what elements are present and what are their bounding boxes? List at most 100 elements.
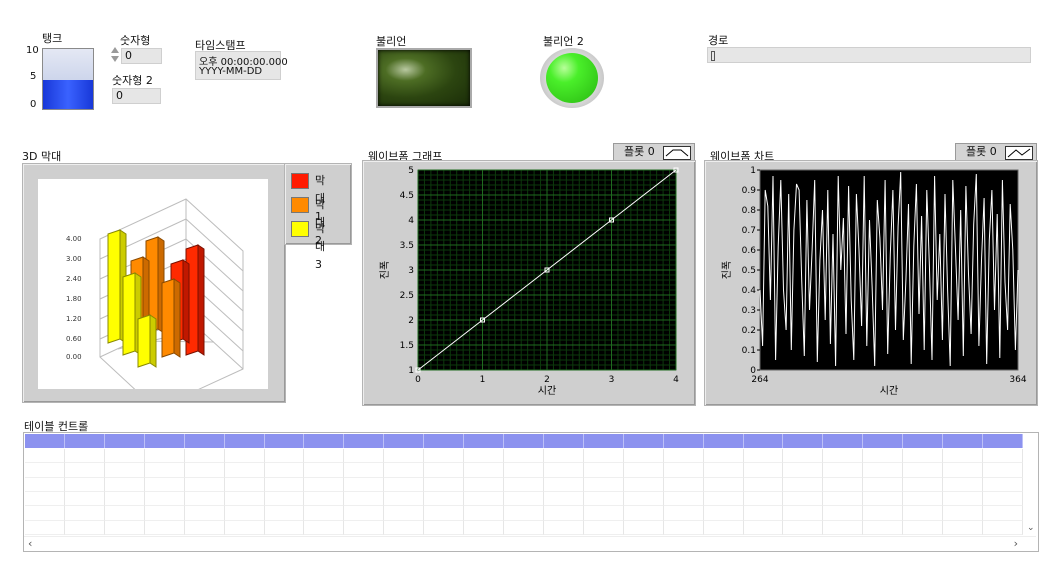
table-header-cell[interactable] [105, 434, 145, 448]
table-cell[interactable] [623, 463, 664, 478]
table-cell[interactable] [543, 492, 584, 507]
table-cell[interactable] [903, 477, 944, 492]
table-cell[interactable] [464, 463, 505, 478]
table-cell[interactable] [743, 520, 784, 535]
scroll-down-icon[interactable]: ⌄ [1027, 523, 1035, 533]
table-cell[interactable] [144, 520, 185, 535]
table-header-cell[interactable] [65, 434, 105, 448]
table-cell[interactable] [863, 492, 904, 507]
table-cell[interactable] [344, 477, 385, 492]
table-header-cell[interactable] [783, 434, 824, 448]
table-cell[interactable] [184, 520, 225, 535]
table-cell[interactable] [903, 506, 944, 521]
table-cell[interactable] [583, 477, 624, 492]
table-cell[interactable] [304, 463, 345, 478]
table-cell[interactable] [25, 449, 65, 464]
table-header-cell[interactable] [823, 434, 864, 448]
table-cell[interactable] [464, 520, 505, 535]
table-cell[interactable] [983, 449, 1023, 464]
table-cell[interactable] [144, 449, 185, 464]
table-cell[interactable] [224, 463, 265, 478]
table-cell[interactable] [623, 492, 664, 507]
table-cell[interactable] [25, 506, 65, 521]
table-header-cell[interactable] [185, 434, 225, 448]
table-cell[interactable] [943, 492, 984, 507]
table-cell[interactable] [583, 449, 624, 464]
table-cell[interactable] [64, 520, 105, 535]
table-cell[interactable] [264, 520, 305, 535]
table-header-cell[interactable] [744, 434, 784, 448]
table-cell[interactable] [583, 506, 624, 521]
table-cell[interactable] [543, 463, 584, 478]
table-cell[interactable] [783, 506, 824, 521]
table-header-cell[interactable] [225, 434, 265, 448]
table-header-cell[interactable] [584, 434, 624, 448]
path-field[interactable] [707, 47, 1031, 63]
table-cell[interactable] [384, 477, 425, 492]
table-cell[interactable] [464, 492, 505, 507]
table-cell[interactable] [144, 463, 185, 478]
horizontal-scrollbar[interactable]: ‹ › [24, 536, 1036, 551]
table-header-cell[interactable] [903, 434, 944, 448]
table-cell[interactable] [184, 463, 225, 478]
table-cell[interactable] [304, 520, 345, 535]
table-cell[interactable] [504, 492, 544, 507]
table-cell[interactable] [583, 492, 624, 507]
table-cell[interactable] [703, 492, 744, 507]
table-cell[interactable] [25, 492, 65, 507]
table-cell[interactable] [104, 463, 145, 478]
table-cell[interactable] [943, 520, 984, 535]
table-cell[interactable] [943, 449, 984, 464]
table-control[interactable]: ⌄ ‹ › [23, 432, 1039, 552]
table-cell[interactable] [464, 449, 505, 464]
table-cell[interactable] [983, 463, 1023, 478]
table-header-cell[interactable] [983, 434, 1023, 448]
table-cell[interactable] [504, 449, 544, 464]
table-header-cell[interactable] [464, 434, 505, 448]
table-cell[interactable] [144, 492, 185, 507]
table-cell[interactable] [623, 477, 664, 492]
table-cell[interactable] [663, 477, 704, 492]
boolean2-led[interactable] [540, 48, 604, 108]
table-cell[interactable] [783, 492, 824, 507]
table-cell[interactable] [823, 506, 864, 521]
table-cell[interactable] [903, 520, 944, 535]
table-header-cell[interactable] [25, 434, 65, 448]
table-cell[interactable] [504, 477, 544, 492]
table-cell[interactable] [903, 463, 944, 478]
table-cell[interactable] [25, 463, 65, 478]
table-cell[interactable] [264, 463, 305, 478]
table-cell[interactable] [623, 449, 664, 464]
table-cell[interactable] [224, 492, 265, 507]
table-cell[interactable] [823, 492, 864, 507]
table-cell[interactable] [424, 520, 465, 535]
numeric2-field[interactable]: 0 [112, 88, 161, 104]
table-cell[interactable] [424, 463, 465, 478]
table-cell[interactable] [384, 492, 425, 507]
table-cell[interactable] [663, 492, 704, 507]
table-cell[interactable] [863, 520, 904, 535]
table-cell[interactable] [384, 520, 425, 535]
table-cell[interactable] [783, 449, 824, 464]
table-cell[interactable] [104, 506, 145, 521]
table-cell[interactable] [903, 449, 944, 464]
table-cell[interactable] [224, 477, 265, 492]
table-cell[interactable] [64, 449, 105, 464]
table-header-cell[interactable] [384, 434, 425, 448]
table-cell[interactable] [703, 449, 744, 464]
table-cell[interactable] [384, 449, 425, 464]
table-cell[interactable] [863, 477, 904, 492]
table-cell[interactable] [623, 506, 664, 521]
table-cell[interactable] [64, 477, 105, 492]
table-cell[interactable] [663, 520, 704, 535]
table-cell[interactable] [703, 477, 744, 492]
table-cell[interactable] [543, 506, 584, 521]
table-cell[interactable] [823, 520, 864, 535]
table-cell[interactable] [104, 492, 145, 507]
table-cell[interactable] [304, 477, 345, 492]
table-header-cell[interactable] [704, 434, 744, 448]
table-cell[interactable] [224, 506, 265, 521]
table-cell[interactable] [823, 449, 864, 464]
table-cell[interactable] [104, 449, 145, 464]
table-cell[interactable] [703, 520, 744, 535]
